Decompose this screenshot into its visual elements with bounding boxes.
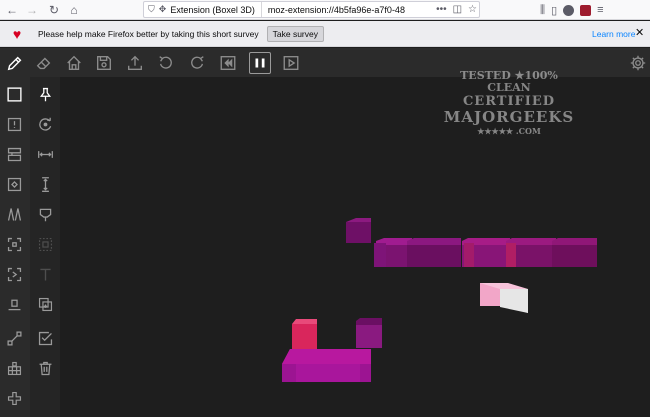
close-icon[interactable]: ✕ <box>635 26 644 39</box>
boxel-app: TESTED ★100% CLEAN CERTIFIED MAJORGEEKS … <box>0 48 650 417</box>
extension-identity-chip[interactable]: ⛉ ✥ Extension (Boxel 3D) <box>144 2 262 17</box>
eraser-icon[interactable] <box>33 52 55 74</box>
rewind-icon[interactable] <box>217 52 239 74</box>
voxel <box>356 318 382 348</box>
pause-icon[interactable] <box>249 52 271 74</box>
pin-icon[interactable] <box>34 83 56 105</box>
stretch-vertical-icon[interactable] <box>34 173 56 195</box>
plus-grid-icon[interactable] <box>3 387 25 409</box>
survey-notification: ♥ Please help make Firefox better by tak… <box>0 21 650 47</box>
notification-message: Please help make Firefox better by takin… <box>38 28 259 39</box>
take-survey-button[interactable]: Take survey <box>266 25 324 42</box>
grid-stack-icon[interactable] <box>3 357 25 379</box>
resize-diagonal-icon[interactable] <box>3 327 25 349</box>
menu-icon[interactable]: ≡ <box>597 4 603 16</box>
bookmark-star-icon[interactable]: ☆ <box>468 4 477 15</box>
select-move-icon[interactable] <box>3 263 25 285</box>
heart-icon: ♥ <box>12 25 22 42</box>
mirror-icon[interactable] <box>3 203 25 225</box>
back-icon[interactable]: ← <box>2 0 22 20</box>
rotate-icon[interactable] <box>34 113 56 135</box>
pocket-icon[interactable]: ◫ <box>453 4 462 15</box>
export-icon[interactable] <box>124 52 146 74</box>
extension-label: Extension (Boxel 3D) <box>170 4 255 15</box>
pencil-icon[interactable] <box>4 52 26 74</box>
home-icon[interactable]: ⌂ <box>64 0 84 20</box>
library-icon[interactable]: ⫼ <box>540 4 545 17</box>
save-icon[interactable] <box>93 52 115 74</box>
text-tool-icon <box>34 263 56 285</box>
reload-icon[interactable]: ↻ <box>44 0 64 20</box>
browser-navbar: ← → ↻ ⌂ ⛉ ✥ Extension (Boxel 3D) moz-ext… <box>0 0 650 20</box>
voxel-slab <box>282 349 371 382</box>
stretch-horizontal-icon[interactable] <box>34 143 56 165</box>
page-actions-icon[interactable]: ••• <box>436 4 447 15</box>
url-bar[interactable]: ⛉ ✥ Extension (Boxel 3D) moz-extension:/… <box>143 1 480 18</box>
copy-box-icon[interactable] <box>34 293 56 315</box>
split-box-icon[interactable] <box>3 143 25 165</box>
tool-sidebar <box>0 77 60 417</box>
trash-icon[interactable] <box>34 357 56 379</box>
play-icon[interactable] <box>280 52 302 74</box>
puzzle-icon: ✥ <box>158 4 167 14</box>
shield-icon: ⛉ <box>148 4 155 14</box>
forward-icon[interactable]: → <box>22 0 42 20</box>
voxel <box>292 319 317 349</box>
learn-more-link[interactable]: Learn more <box>592 29 635 39</box>
voxel-canvas[interactable] <box>60 77 650 417</box>
cursor-voxel <box>480 283 528 313</box>
checkbox-icon[interactable] <box>34 327 56 349</box>
top-toolbar <box>0 48 650 77</box>
align-bottom-icon[interactable] <box>3 293 25 315</box>
url-text[interactable]: moz-extension://4b5fa96e-a7f0-48 <box>262 5 405 15</box>
select-region-icon[interactable] <box>3 233 25 255</box>
voxel <box>346 218 371 243</box>
home-icon[interactable] <box>63 52 85 74</box>
redo-icon[interactable] <box>186 52 208 74</box>
grid-select-icon <box>34 233 56 255</box>
box-tool-icon[interactable] <box>3 83 25 105</box>
alert-box-icon[interactable] <box>3 113 25 135</box>
center-box-icon[interactable] <box>3 173 25 195</box>
sidebar-icon[interactable]: ▯ <box>551 4 557 17</box>
gear-icon[interactable] <box>627 52 649 74</box>
voxel-row <box>374 238 597 267</box>
undo-icon[interactable] <box>155 52 177 74</box>
voxel-scene <box>282 218 597 382</box>
ublock-icon[interactable] <box>580 4 592 16</box>
fill-bucket-icon[interactable] <box>34 203 56 225</box>
account-icon[interactable] <box>563 4 575 16</box>
